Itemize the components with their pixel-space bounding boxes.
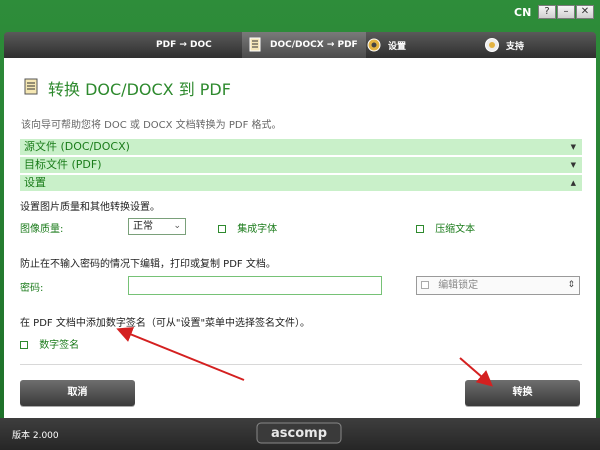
arrow-to-convert [459,357,494,387]
arrow-to-signature [116,327,245,381]
app-window: CN ? – ✕ PDF → DOC DOC/DOCX → PDF 设置 支持 [0,0,600,450]
annotation-arrows [116,327,494,387]
